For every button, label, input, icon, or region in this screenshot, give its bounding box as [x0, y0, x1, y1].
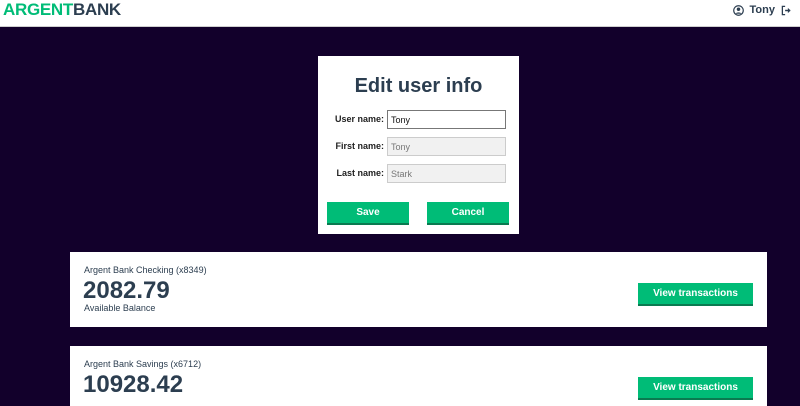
view-transactions-button[interactable]: View transactions [638, 283, 753, 306]
firstname-row: First name: [318, 137, 519, 157]
lastname-input [387, 164, 506, 183]
lastname-label: Last name: [336, 168, 384, 178]
lastname-row: Last name: [318, 164, 519, 184]
account-title: Argent Bank Savings (x6712) [84, 359, 202, 369]
edit-user-dialog: Edit user info User name: First name: La… [318, 56, 519, 234]
top-nav: ARGENTBANK Tony [0, 0, 800, 27]
account-title: Argent Bank Checking (x8349) [84, 265, 207, 275]
user-name-link[interactable]: Tony [750, 4, 775, 16]
dialog-title: Edit user info [354, 75, 483, 97]
argent-bank-logo[interactable]: ARGENTBANK [3, 1, 121, 19]
save-button[interactable]: Save [327, 202, 409, 225]
username-label: User name: [334, 114, 384, 124]
account-card-checking: Argent Bank Checking (x8349) 2082.79 Ava… [70, 252, 767, 327]
username-input[interactable] [387, 110, 506, 129]
account-balance-description: Available Balance [84, 303, 156, 313]
account-balance: 2082.79 [83, 277, 170, 304]
account-balance: 10928.42 [83, 371, 184, 398]
cancel-button[interactable]: Cancel [427, 202, 509, 225]
view-transactions-button[interactable]: View transactions [638, 377, 753, 400]
user-menu: Tony [732, 4, 792, 16]
firstname-label: First name: [335, 141, 384, 151]
sign-out-icon[interactable] [781, 5, 792, 16]
account-card-savings: Argent Bank Savings (x6712) 10928.42 Vie… [70, 346, 767, 406]
logo-part-bank: BANK [72, 0, 121, 19]
logo-part-argent: ARGENT [3, 0, 73, 19]
user-circle-icon [732, 4, 744, 16]
username-row: User name: [318, 110, 519, 130]
firstname-input [387, 137, 506, 156]
